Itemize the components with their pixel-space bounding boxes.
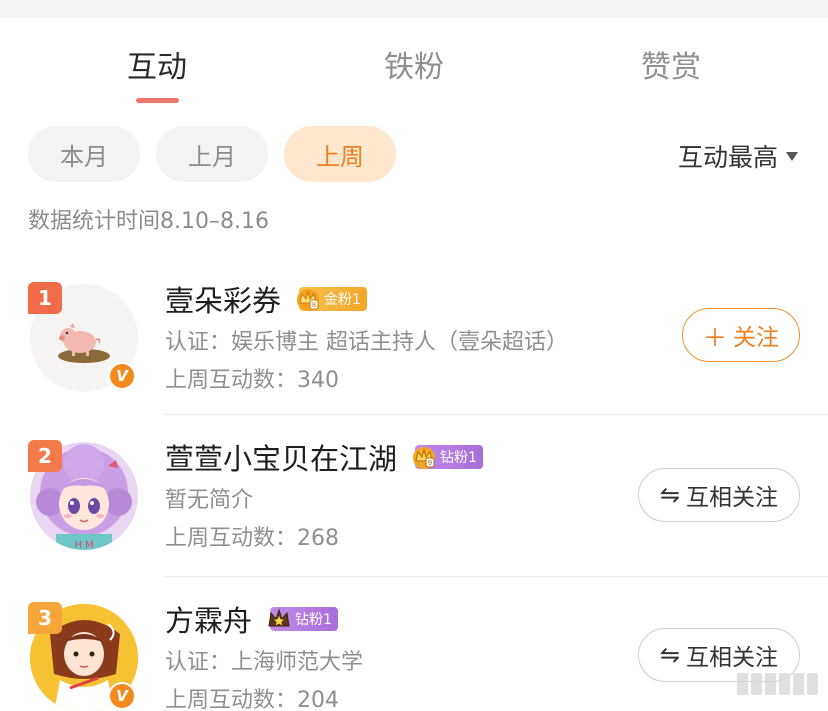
fan-level-badge: 9 钻粉1 — [413, 445, 483, 469]
interaction-count: 上周互动数：204 — [165, 688, 339, 711]
fan-level-label: 钻粉1 — [440, 450, 477, 466]
fan-description: 暂无简介 — [165, 488, 254, 513]
fan-description: 认证：上海师范大学 — [165, 650, 364, 675]
mutual-follow-button[interactable]: ⇋ 互相关注 — [638, 468, 800, 522]
row-divider — [164, 414, 828, 415]
verified-badge: V — [108, 362, 136, 390]
follow-button[interactable]: ＋ 关注 — [682, 308, 800, 362]
tab-appreciation[interactable]: 赞赏 — [641, 42, 701, 86]
star-crown-icon — [268, 608, 290, 627]
chip-last-week[interactable]: 上周 — [284, 126, 396, 182]
verified-badge: V — [108, 682, 136, 710]
row-divider — [164, 576, 828, 577]
chip-last-month[interactable]: 上月 — [156, 126, 268, 182]
svg-text:8: 8 — [312, 301, 316, 309]
fan-level-label: 钻粉1 — [295, 612, 332, 628]
watermark-bars — [737, 673, 818, 695]
gold-crown-icon: 8 — [297, 289, 320, 311]
fan-level-label: 金粉1 — [324, 292, 361, 308]
name-line: 萱萱小宝贝在江湖 9 钻粉1 — [165, 436, 483, 478]
mutual-follow-label: 互相关注 — [686, 485, 779, 511]
rank-badge: 1 — [28, 282, 62, 314]
sort-dropdown[interactable]: 互动最高 — [678, 138, 798, 174]
mutual-arrows-icon: ⇋ — [659, 641, 681, 669]
fan-row[interactable]: 2 H M 萱萱小宝贝在江湖 9 钻粉1 暂无简介 上周互动数：268 ⇋ 互相… — [0, 420, 828, 580]
mutual-arrows-icon: ⇋ — [659, 481, 681, 509]
fan-name[interactable]: 萱萱小宝贝在江湖 — [165, 436, 397, 478]
active-tab-underline — [136, 98, 179, 103]
name-line: 壹朵彩券 8 金粉1 — [165, 278, 367, 320]
fan-level-badge: 钻粉1 — [268, 607, 338, 631]
chip-this-month[interactable]: 本月 — [28, 126, 140, 182]
stat-time-range: 数据统计时间8.10–8.16 — [28, 209, 269, 234]
fan-row[interactable]: 1 V 壹朵彩券 8 金粉1 认证：娱乐博主 超话主持人（壹朵超话） 上周互动数… — [0, 262, 828, 422]
tab-interaction[interactable]: 互动 — [127, 42, 187, 86]
rank-badge: 2 — [28, 440, 62, 472]
fan-level-badge: 8 金粉1 — [297, 287, 367, 311]
tab-bar: 互动 铁粉 赞赏 — [0, 42, 828, 103]
svg-text:9: 9 — [428, 459, 432, 467]
fan-name[interactable]: 方霖舟 — [165, 598, 252, 640]
interaction-count: 上周互动数：268 — [165, 526, 339, 551]
rank-badge: 3 — [28, 602, 62, 634]
top-strip — [0, 0, 828, 18]
caret-down-icon — [786, 151, 798, 161]
interaction-count: 上周互动数：340 — [165, 368, 339, 393]
diamond-crown-icon: 9 — [413, 447, 436, 469]
mutual-follow-label: 互相关注 — [686, 645, 779, 671]
name-line: 方霖舟 钻粉1 — [165, 598, 338, 640]
fan-name[interactable]: 壹朵彩券 — [165, 278, 281, 320]
plus-icon: ＋ — [703, 323, 727, 352]
follow-button-label: 关注 — [733, 325, 779, 351]
fan-row[interactable]: 3 V 方霖舟 钻粉1 认证：上海师范大学 上周互动数：204 ⇋ 互相关注 — [0, 582, 828, 711]
tab-iron-fans[interactable]: 铁粉 — [384, 42, 444, 86]
sort-label: 互动最高 — [677, 143, 778, 172]
svg-text:H M: H M — [74, 540, 93, 550]
fan-description: 认证：娱乐博主 超话主持人（壹朵超话） — [165, 330, 568, 355]
